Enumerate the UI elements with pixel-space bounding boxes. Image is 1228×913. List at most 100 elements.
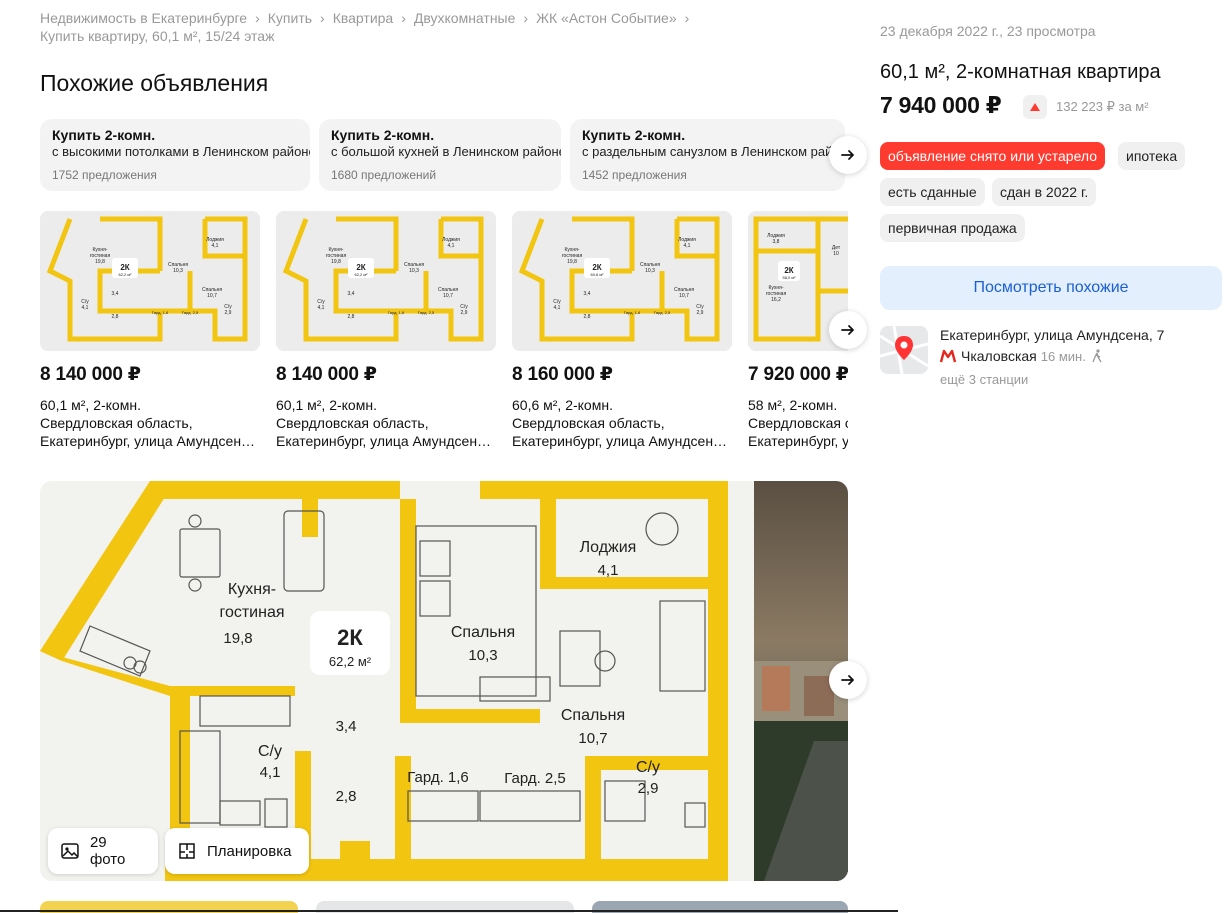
offer-title: 60,1 м², 2-комнатная квартира	[880, 61, 1161, 83]
more-stations-link[interactable]: ещё 3 станции	[940, 372, 1028, 387]
room-label: Гард. 1,6	[407, 769, 469, 786]
chip-count: 1680 предложений	[331, 168, 437, 182]
room-area: 19,8	[223, 630, 252, 647]
listing-card[interactable]: 2К 60,6 м² Кухня- гостиная 19,8 Спальня …	[512, 211, 732, 450]
map-thumbnail[interactable]	[880, 326, 928, 374]
thumb-room-area: 2,9	[461, 310, 468, 316]
thumb-room-area: 16,2	[771, 297, 781, 303]
listing-address: Екатеринбург, улица Амундсен…	[276, 433, 492, 449]
room-label: Спальня	[451, 624, 515, 641]
listing-address: Свердловская область,	[276, 415, 429, 431]
thumb-room-area: 2,9	[697, 310, 704, 316]
thumb-room-label: Гард. 2,5	[182, 310, 199, 315]
thumb-badge: 2К	[120, 263, 129, 272]
room-label: Спальня	[561, 707, 625, 724]
thumb-room-label: Гард. 1,6	[388, 310, 405, 315]
plan-area: 62,2 м²	[329, 654, 372, 669]
thumb-room-area: 4,1	[82, 305, 89, 311]
similar-chip[interactable]: Купить 2-комн. с раздельным санузлом в Л…	[570, 119, 845, 191]
thumb-room-area: 19,8	[95, 259, 105, 265]
chip-subtitle: с раздельным санузлом в Ленинском районе	[582, 144, 845, 159]
listing-address: Екатеринбург, улица Амундсен…	[40, 433, 256, 449]
listing-address: Екатеринбург, улица Амундсен…	[748, 433, 848, 449]
thumb-room-area: 10,7	[679, 293, 689, 299]
arrow-right-icon	[841, 150, 854, 160]
floorplan-thumb-icon: 2К 62,2 м² Кухня- гостиная 19,8 Спальня …	[276, 211, 496, 351]
chips-next-button[interactable]	[829, 136, 867, 174]
thumb-room-area: 3,8	[773, 239, 780, 245]
thumb-room-area: 3,4	[112, 291, 119, 297]
map-pin-icon	[880, 326, 928, 374]
photo-gallery[interactable]: Кухня- гостиная 19,8 2К 62,2 м² Спальня …	[40, 481, 848, 881]
trend-up-icon	[1030, 103, 1040, 111]
thumb-room-area: 4,1	[684, 243, 691, 249]
status-badge: объявление снято или устарело	[880, 142, 1106, 170]
price-per-m2: 132 223 ₽ за м²	[1056, 99, 1149, 114]
thumb-room-label: Гард. 2,5	[654, 310, 671, 315]
thumb-room-area: 4,1	[554, 305, 561, 311]
thumb-badge: 2К	[784, 266, 793, 275]
thumb-room-area: 2,9	[225, 310, 232, 316]
floorplan-thumb-icon: 2К 60,6 м² Кухня- гостиная 19,8 Спальня …	[512, 211, 732, 351]
thumb-room-area: 10,7	[443, 293, 453, 299]
thumb-room-area: 4,1	[318, 305, 325, 311]
price-trend-button[interactable]	[1023, 95, 1047, 119]
room-area: 10,7	[578, 730, 607, 747]
thumb-badge: 2К	[356, 263, 365, 272]
thumb-room-area: 10,3	[645, 268, 655, 274]
metro-name: Чкаловская	[961, 348, 1037, 364]
thumb-badge: 2К	[592, 263, 601, 272]
similar-chip[interactable]: Купить 2-комн. с большой кухней в Ленинс…	[319, 119, 561, 191]
floorplan-thumb-icon: 2К 62,2 м² Кухня- гостиная 19,8 Спальня …	[40, 211, 260, 351]
thumb-room-label: Гард. 2,5	[418, 310, 435, 315]
similar-chip[interactable]: Купить 2-комн. с высокими потолками в Ле…	[40, 119, 310, 191]
chip-title: Купить 2-комн.	[52, 127, 156, 143]
metro-station[interactable]: Чкаловская 16 мин.	[940, 348, 1103, 364]
room-label: С/у	[636, 759, 660, 776]
listing-price: 8 140 000 ₽	[40, 364, 141, 385]
room-label: Кухня-	[228, 581, 276, 598]
gallery-next-button[interactable]	[829, 661, 867, 699]
plan-badge: 2К	[337, 625, 363, 650]
listing-address: Свердловская область,	[748, 415, 848, 431]
thumb-room-area: 10,3	[173, 268, 183, 274]
offer-price: 7 940 000 ₽	[880, 92, 1002, 118]
floorplan-button[interactable]: Планировка	[165, 828, 309, 874]
floorplan-icon	[179, 843, 195, 859]
arrow-right-icon	[841, 325, 854, 335]
room-area: 4,1	[260, 764, 281, 781]
cards-next-button[interactable]	[829, 311, 867, 349]
listing-price: 8 140 000 ₽	[276, 364, 377, 385]
tag-badge: ипотека	[1118, 142, 1186, 170]
room-area: 10,3	[468, 647, 497, 664]
view-similar-button[interactable]: Посмотреть похожие	[880, 266, 1222, 310]
room-area: 2,9	[638, 780, 659, 797]
floorplan-image: Кухня- гостиная 19,8 2К 62,2 м² Спальня …	[40, 481, 754, 881]
listing-floorplan-image: 2К 60,6 м² Кухня- гостиная 19,8 Спальня …	[512, 211, 732, 351]
photos-button[interactable]: 29 фото	[48, 828, 158, 874]
floorplan-label: Планировка	[207, 842, 292, 860]
tag-badge: первичная продажа	[880, 214, 1025, 242]
room-label: С/у	[258, 743, 282, 760]
listing-meta: 60,1 м², 2-комн.	[40, 397, 141, 413]
room-label: гостиная	[219, 604, 284, 621]
room-label: Лоджия	[580, 539, 637, 556]
listing-meta: 58 м², 2-комн.	[748, 397, 838, 413]
listing-meta: 60,6 м², 2-комн.	[512, 397, 613, 413]
thumb-room-label: Гард. 1,6	[152, 310, 169, 315]
offer-address[interactable]: Екатеринбург, улица Амундсена, 7	[940, 327, 1164, 343]
thumb-room-area: 10,7	[207, 293, 217, 299]
walk-icon	[1092, 349, 1102, 363]
similar-section: Купить 2-комн. с высокими потолками в Ле…	[0, 0, 848, 470]
listing-address: Свердловская область,	[512, 415, 665, 431]
offer-date-views: 23 декабря 2022 г., 23 просмотра	[880, 23, 1096, 39]
chip-title: Купить 2-комн.	[331, 127, 435, 143]
metro-time: 16 мин.	[1040, 348, 1086, 364]
listing-card[interactable]: 2К 62,2 м² Кухня- гостиная 19,8 Спальня …	[40, 211, 260, 450]
arrow-right-icon	[841, 675, 854, 685]
chip-count: 1452 предложения	[582, 168, 687, 182]
listing-card[interactable]: 2К 62,2 м² Кухня- гостиная 19,8 Спальня …	[276, 211, 496, 450]
tag-badge: есть сданные	[880, 178, 985, 206]
photos-count-label: 29 фото	[89, 834, 126, 868]
listing-address: Свердловская область,	[40, 415, 193, 431]
